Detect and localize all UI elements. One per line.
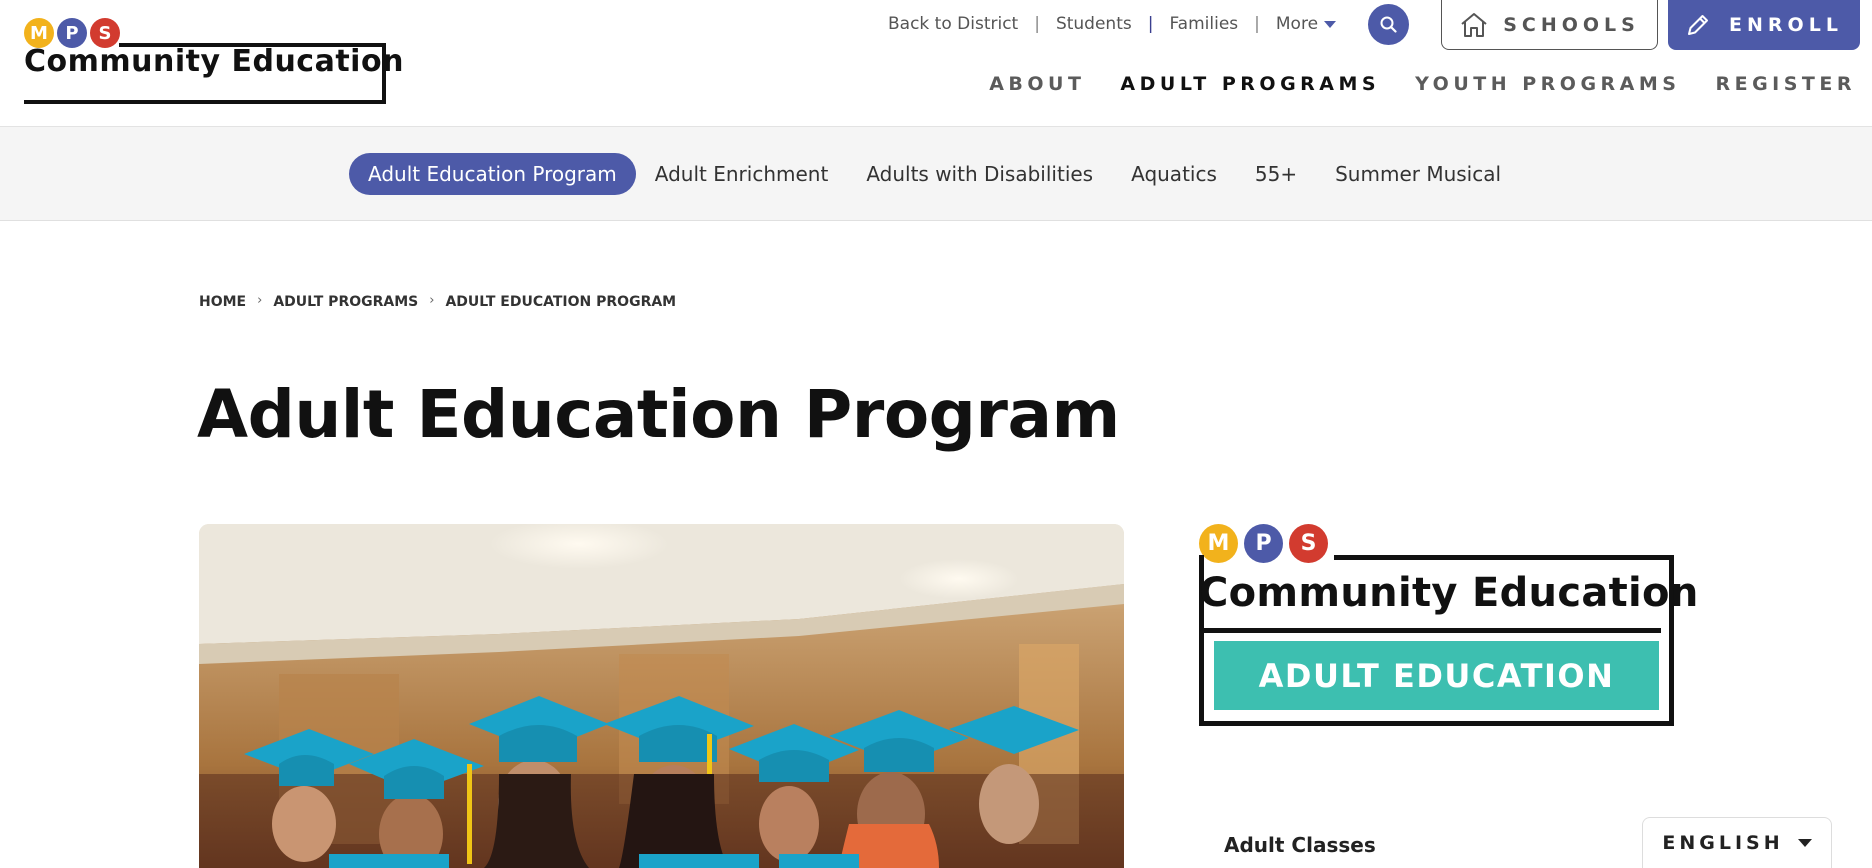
subnav-aquatics[interactable]: Aquatics	[1112, 153, 1236, 195]
language-selector[interactable]: ENGLISH	[1642, 817, 1832, 868]
breadcrumb-adult-programs[interactable]: ADULT PROGRAMS	[273, 294, 418, 310]
subnav-adults-with-disabilities[interactable]: Adults with Disabilities	[847, 153, 1112, 195]
utility-link-students[interactable]: Students	[1056, 14, 1132, 34]
subnav-adult-enrichment[interactable]: Adult Enrichment	[636, 153, 848, 195]
utility-separator: |	[1034, 14, 1040, 34]
utility-more-dropdown[interactable]: More	[1275, 14, 1337, 34]
subnav-55-plus[interactable]: 55+	[1236, 153, 1316, 195]
house-icon	[1461, 12, 1487, 37]
search-icon	[1380, 16, 1397, 33]
subnav-summer-musical[interactable]: Summer Musical	[1316, 153, 1520, 195]
utility-link-families[interactable]: Families	[1169, 14, 1238, 34]
utility-more-label: More	[1275, 14, 1319, 34]
caret-down-icon	[1797, 839, 1812, 847]
utility-nav: Back to District | Students | Families |…	[888, 10, 1337, 38]
utility-link-back-to-district[interactable]: Back to District	[888, 14, 1018, 34]
logo-name: Community Education	[24, 44, 404, 79]
breadcrumb-current: ADULT EDUCATION PROGRAM	[445, 294, 677, 310]
subnav-adult-education-program[interactable]: Adult Education Program	[349, 153, 636, 195]
side-logo-rule	[1199, 628, 1661, 633]
schools-button[interactable]: SCHOOLS	[1441, 0, 1658, 50]
section-subnav: Adult Education Program Adult Enrichment…	[0, 127, 1872, 221]
search-button[interactable]	[1368, 4, 1409, 45]
side-logo-name: Community Education	[1199, 570, 1699, 616]
main-nav: ABOUT ADULT PROGRAMS YOUTH PROGRAMS REGI…	[989, 73, 1856, 95]
utility-separator: |	[1147, 14, 1154, 34]
hero-image-graduates	[199, 524, 1124, 868]
breadcrumb: HOME › ADULT PROGRAMS › ADULT EDUCATION …	[199, 292, 677, 311]
page-title: Adult Education Program	[197, 376, 1120, 453]
pencil-icon	[1688, 15, 1709, 35]
chevron-right-icon: ›	[429, 292, 435, 308]
site-header: M P S Community Education Back to Distri…	[0, 0, 1872, 127]
chevron-right-icon: ›	[257, 292, 263, 308]
enroll-label: ENROLL	[1729, 14, 1843, 36]
enroll-button[interactable]: ENROLL	[1668, 0, 1860, 50]
main-nav-register[interactable]: REGISTER	[1715, 73, 1856, 95]
site-logo[interactable]: M P S Community Education	[24, 18, 403, 104]
subnav-items: Adult Education Program Adult Enrichment…	[349, 153, 1520, 195]
main-nav-youth-programs[interactable]: YOUTH PROGRAMS	[1415, 73, 1680, 95]
utility-separator: |	[1254, 14, 1260, 34]
sidebar-adult-classes-link[interactable]: Adult Classes	[1224, 833, 1376, 857]
adult-education-logo: M P S Community Education ADULT EDUCATIO…	[1199, 524, 1698, 726]
graduation-photo	[199, 524, 1124, 868]
main-nav-adult-programs[interactable]: ADULT PROGRAMS	[1120, 73, 1380, 95]
breadcrumb-home[interactable]: HOME	[199, 294, 246, 310]
language-label: ENGLISH	[1662, 832, 1784, 854]
schools-label: SCHOOLS	[1503, 13, 1640, 36]
side-logo-banner: ADULT EDUCATION	[1214, 641, 1659, 710]
caret-down-icon	[1324, 20, 1337, 28]
main-nav-about[interactable]: ABOUT	[989, 73, 1085, 95]
